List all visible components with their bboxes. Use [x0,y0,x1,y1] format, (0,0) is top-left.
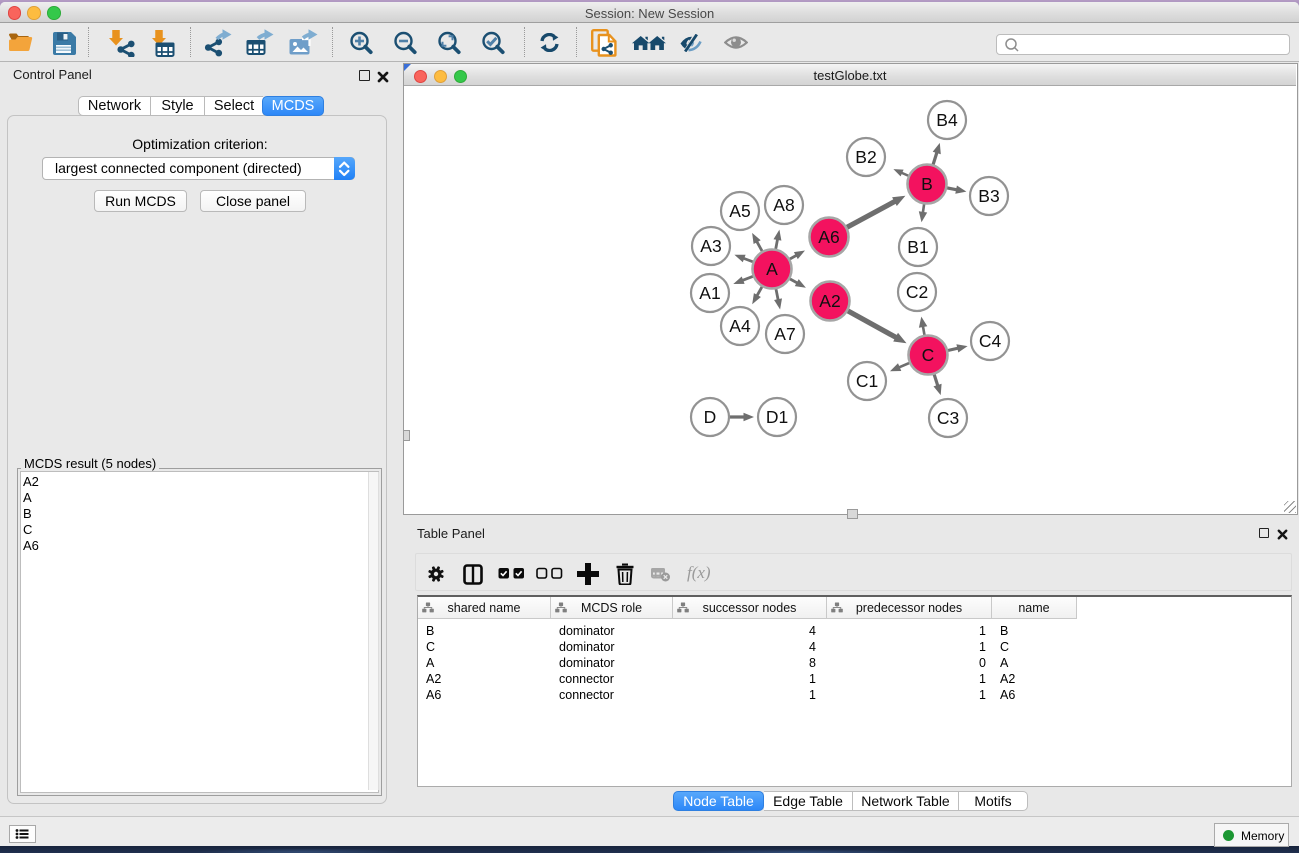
svg-text:A: A [766,259,778,279]
svg-text:B2: B2 [855,147,876,167]
svg-text:A4: A4 [729,316,751,336]
svg-text:A6: A6 [818,227,839,247]
svg-text:C: C [922,345,935,365]
svg-text:D1: D1 [766,407,788,427]
svg-text:B4: B4 [936,110,958,130]
svg-text:A5: A5 [729,201,750,221]
svg-text:A8: A8 [773,195,794,215]
svg-text:B: B [921,174,933,194]
svg-text:A7: A7 [774,324,795,344]
svg-text:C1: C1 [856,371,878,391]
svg-text:C2: C2 [906,282,928,302]
svg-text:A1: A1 [699,283,720,303]
svg-text:B3: B3 [978,186,999,206]
svg-text:D: D [704,407,717,427]
svg-text:A3: A3 [700,236,721,256]
svg-text:A2: A2 [819,291,840,311]
svg-text:C3: C3 [937,408,959,428]
svg-text:B1: B1 [907,237,928,257]
svg-text:C4: C4 [979,331,1002,351]
